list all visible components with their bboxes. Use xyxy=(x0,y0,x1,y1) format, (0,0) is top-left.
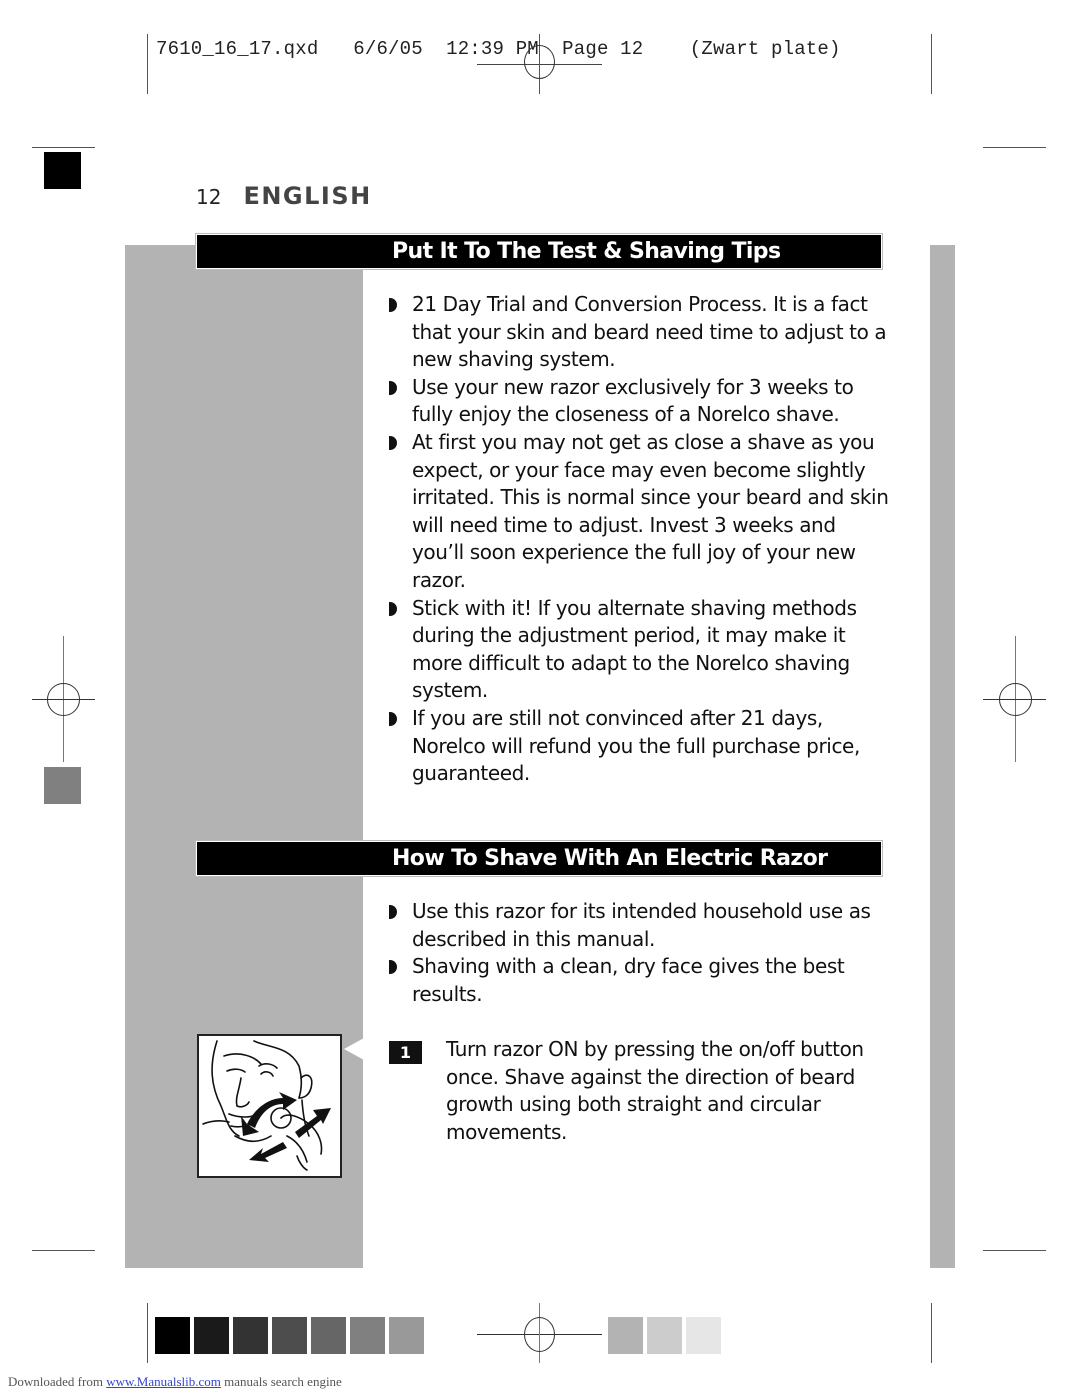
slug-filename: 7610_16_17.qxd xyxy=(156,38,319,60)
bullet-icon xyxy=(389,298,397,312)
trim-line-top-right xyxy=(983,147,1046,148)
crop-mark-bottom-right xyxy=(931,1303,932,1363)
section-heading-tips: Put It To The Test & Shaving Tips xyxy=(195,233,883,270)
color-swatch xyxy=(233,1317,268,1354)
section-title: Put It To The Test & Shaving Tips xyxy=(392,239,781,264)
list-item: Use this razor for its intended househol… xyxy=(389,898,889,953)
footer-suffix: manuals search engine xyxy=(224,1374,342,1389)
step-number-badge: 1 xyxy=(389,1041,422,1064)
language-title: ENGLISH xyxy=(243,182,372,210)
man-shaving-illustration-icon xyxy=(202,1040,331,1171)
color-swatch xyxy=(608,1317,643,1354)
list-item: If you are still not convinced after 21 … xyxy=(389,705,889,788)
download-footer: Downloaded from www.Manualslib.com manua… xyxy=(8,1374,342,1390)
tips-bullet-list: 21 Day Trial and Conversion Process. It … xyxy=(389,291,889,788)
trim-line-bottom-right xyxy=(983,1250,1046,1251)
page-header: 12 ENGLISH xyxy=(196,182,372,210)
bullet-icon xyxy=(389,601,397,616)
color-swatch xyxy=(350,1317,385,1354)
slug-plate: (Zwart plate) xyxy=(689,38,841,60)
color-swatch xyxy=(389,1317,424,1354)
crop-mark-bottom-left xyxy=(147,1303,148,1363)
slug-date: 6/6/05 xyxy=(353,38,423,60)
bullet-icon xyxy=(389,380,397,395)
gray-side-marker xyxy=(44,767,81,804)
color-swatch xyxy=(311,1317,346,1354)
step-text: Turn razor ON by pressing the on/off but… xyxy=(446,1037,864,1144)
bullet-icon xyxy=(389,960,397,975)
footer-prefix: Downloaded from xyxy=(8,1374,103,1389)
shave-bullet-list: Use this razor for its intended househol… xyxy=(389,898,889,1008)
printer-slug: 7610_16_17.qxd 6/6/05 12:39 PM Page 12 (… xyxy=(156,38,841,60)
section-title: How To Shave With An Electric Razor xyxy=(392,846,828,871)
color-swatch xyxy=(647,1317,682,1354)
section-heading-how-to-shave: How To Shave With An Electric Razor xyxy=(195,840,883,877)
black-side-marker xyxy=(44,152,81,189)
list-item: At first you may not get as close a shav… xyxy=(389,429,889,595)
pointer-triangle-icon xyxy=(344,1038,364,1060)
page-number: 12 xyxy=(196,185,222,209)
bullet-icon xyxy=(389,435,397,450)
bullet-icon xyxy=(389,711,397,726)
bullet-icon xyxy=(389,905,397,919)
shaving-illustration-frame xyxy=(197,1034,342,1178)
manualslib-link[interactable]: www.Manualslib.com xyxy=(106,1374,221,1389)
crop-mark-top-left xyxy=(147,34,148,94)
crop-mark-top-right xyxy=(931,34,932,94)
trim-line-top-left xyxy=(32,147,95,148)
color-swatch xyxy=(194,1317,229,1354)
color-swatch xyxy=(155,1317,190,1354)
color-swatch xyxy=(272,1317,307,1354)
list-item: Stick with it! If you alternate shaving … xyxy=(389,595,889,705)
slug-page: Page 12 xyxy=(562,38,644,60)
right-gray-bar xyxy=(930,245,955,1268)
list-item: Shaving with a clean, dry face gives the… xyxy=(389,953,889,1008)
trim-line-bottom-left xyxy=(32,1250,95,1251)
list-item: Use your new razor exclusively for 3 wee… xyxy=(389,374,889,429)
color-swatch xyxy=(686,1317,721,1354)
list-item: 21 Day Trial and Conversion Process. It … xyxy=(389,291,889,374)
